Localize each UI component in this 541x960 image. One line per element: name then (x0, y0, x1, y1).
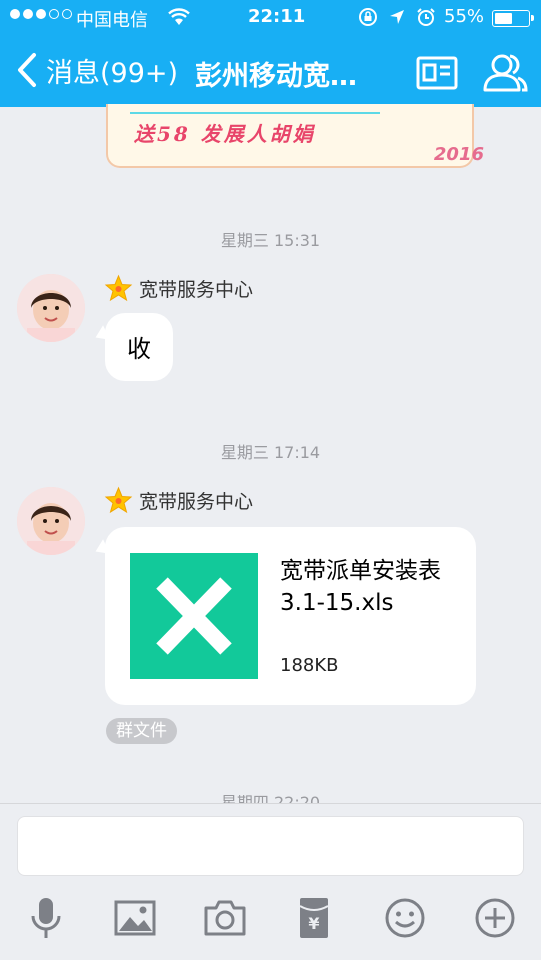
message-timestamp: 星期三 15:31 (220, 231, 321, 250)
alarm-icon (417, 8, 435, 26)
rotation-lock-icon (359, 8, 377, 26)
sender-row: 宽带服务中心 (104, 274, 253, 303)
input-bar: ¥ (0, 803, 541, 960)
chat-title[interactable]: 彭州移动宽… (195, 54, 357, 93)
back-button[interactable]: 消息(99+) (10, 50, 178, 90)
excel-x-icon (130, 553, 258, 679)
message-bubble[interactable]: 收 (105, 313, 173, 381)
sender-row: 宽带服务中心 (104, 486, 253, 515)
file-message-bubble[interactable]: 宽带派单安装表3.1-15.xls 188KB (105, 527, 476, 705)
sender-name: 宽带服务中心 (139, 279, 254, 301)
star-icon (104, 486, 133, 514)
carrier-name: 中国电信 (76, 10, 148, 31)
signal-strength-icon (10, 9, 72, 19)
battery-percent: 55% (444, 6, 485, 27)
back-label: 消息(99+) (46, 57, 179, 89)
group-file-tag: 群文件 (106, 718, 177, 744)
battery-icon (492, 10, 534, 27)
previous-image-message[interactable]: 送58 发展人胡娟 2016 (106, 104, 484, 168)
message-timestamp: 星期三 17:14 (220, 443, 321, 462)
battery-fill (495, 13, 513, 24)
chevron-left-icon (18, 53, 36, 87)
group-members-icon[interactable] (482, 50, 528, 96)
red-packet-icon[interactable]: ¥ (292, 896, 336, 940)
top-bar: 中国电信 22:11 55% 消息(99+) 彭州移动宽… (0, 0, 541, 107)
banner-year: 2016 (433, 144, 484, 165)
image-icon[interactable] (113, 896, 157, 940)
plus-icon[interactable] (473, 896, 517, 940)
star-icon (104, 274, 133, 302)
toolbar: ¥ (0, 896, 541, 942)
microphone-icon[interactable] (24, 896, 68, 940)
sender-name: 宽带服务中心 (139, 491, 254, 513)
avatar[interactable] (17, 274, 85, 342)
nav-bar: 消息(99+) 彭州移动宽… (0, 40, 541, 102)
message-input[interactable] (17, 816, 524, 876)
avatar[interactable] (17, 487, 85, 555)
status-bar: 中国电信 22:11 55% (0, 0, 541, 36)
banner-text: 送58 发展人胡娟 (134, 122, 316, 146)
group-card-icon[interactable] (414, 50, 460, 96)
location-arrow-icon (390, 10, 404, 24)
message-text: 收 (127, 335, 151, 363)
wifi-icon (168, 8, 190, 25)
file-size: 188KB (280, 655, 339, 676)
svg-text:¥: ¥ (308, 914, 319, 933)
emoji-icon[interactable] (383, 896, 427, 940)
status-time: 22:11 (248, 6, 306, 27)
partial-timestamp: 星期四 22:20 (0, 795, 541, 803)
file-name: 宽带派单安装表3.1-15.xls (280, 558, 441, 616)
camera-icon[interactable] (203, 896, 247, 940)
